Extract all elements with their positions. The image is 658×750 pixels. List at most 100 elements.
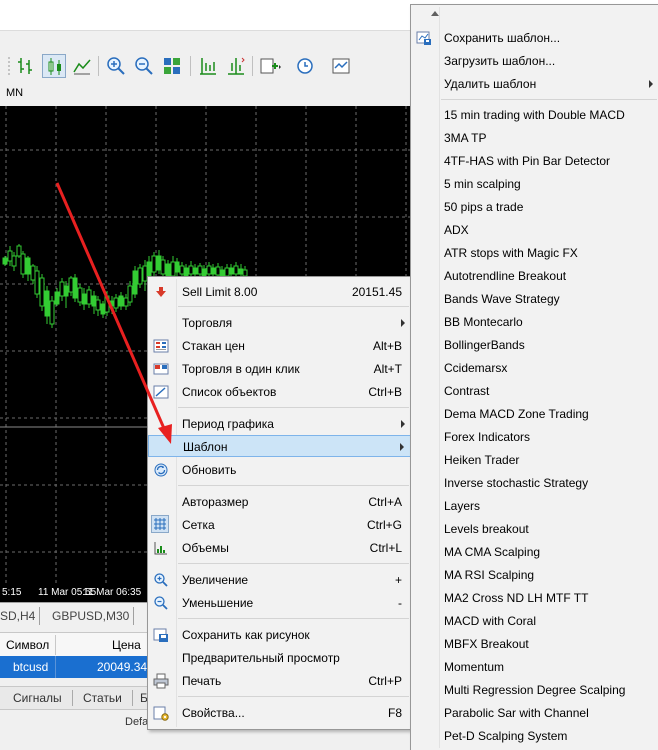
menu-item-volumes[interactable]: Объемы Ctrl+L: [148, 537, 411, 559]
menu-item-template-preset[interactable]: ADX: [411, 219, 658, 241]
menu-item-template-preset[interactable]: Autotrendline Breakout: [411, 265, 658, 287]
menu-item-template-preset[interactable]: Levels breakout: [411, 518, 658, 540]
chart-tab[interactable]: SD,H4: [0, 607, 41, 625]
menu-item-template-preset[interactable]: 15 min trading with Double MACD: [411, 104, 658, 126]
menu-item-load-template[interactable]: Загрузить шаблон...: [411, 50, 658, 72]
candles-icon[interactable]: [42, 54, 66, 78]
menu-item-template-preset[interactable]: Heiken Trader: [411, 449, 658, 471]
menu-item-properties[interactable]: Свойства... F8: [148, 702, 411, 724]
menu-item-template-preset[interactable]: BollingerBands: [411, 334, 658, 356]
candle-body: [151, 255, 157, 273]
menu-item-template-preset[interactable]: BB Montecarlo: [411, 311, 658, 333]
tab-articles[interactable]: Статьи: [83, 690, 122, 706]
menu-item-template-preset[interactable]: Inverse stochastic Strategy: [411, 472, 658, 494]
candle-body: [86, 289, 92, 305]
menu-item-template-preset[interactable]: MA2 Cross ND LH MTF TT: [411, 587, 658, 609]
menu-item-template-preset[interactable]: Pet-D Scalping System: [411, 725, 658, 747]
column-header-price[interactable]: Цена: [112, 638, 141, 652]
candle-body: [104, 295, 110, 313]
candle-body: [59, 281, 65, 297]
menu-item-grid[interactable]: Сетка Ctrl+G: [148, 514, 411, 536]
market-watch-header: Символ Цена: [0, 632, 150, 658]
menu-item-template-preset[interactable]: Contrast: [411, 380, 658, 402]
submenu-arrow-icon: [649, 80, 653, 88]
menu-item-template-preset[interactable]: Parabolic Sar with Channel: [411, 702, 658, 724]
indicators-icon[interactable]: [258, 54, 282, 78]
candle-body: [179, 265, 185, 275]
menu-item-print-preview[interactable]: Предварительный просмотр: [148, 647, 411, 669]
menu-item-object-list[interactable]: Список объектов Ctrl+B: [148, 381, 411, 403]
volumes-icon: [153, 540, 169, 556]
menu-item-zoom-out[interactable]: Уменьшение -: [148, 592, 411, 614]
one-click-trading-icon: [153, 361, 169, 377]
menu-item-save-picture[interactable]: Сохранить как рисунок: [148, 624, 411, 646]
candle-body: [188, 265, 194, 275]
candle-body: [118, 295, 124, 307]
candle-body: [100, 303, 106, 315]
candle-body: [20, 253, 26, 275]
menu-item-sell-limit[interactable]: Sell Limit 8.00 20151.45: [148, 281, 411, 303]
menu-item-template-preset[interactable]: Multi Regression Degree Scalping: [411, 679, 658, 701]
menu-item-template-preset[interactable]: Layers: [411, 495, 658, 517]
menu-item-template-preset[interactable]: 5 min scalping: [411, 173, 658, 195]
column-header-symbol[interactable]: Символ: [6, 638, 49, 652]
candle-body: [233, 265, 239, 275]
menu-item-template-preset[interactable]: 4TF-HAS with Pin Bar Detector: [411, 150, 658, 172]
zoom-out-icon[interactable]: [132, 54, 156, 78]
menu-item-template-preset[interactable]: Forex Indicators: [411, 426, 658, 448]
submenu-arrow-icon: [401, 319, 405, 327]
menu-item-template-preset[interactable]: MA RSI Scalping: [411, 564, 658, 586]
menu-item-template-preset[interactable]: Momentum: [411, 656, 658, 678]
tab-signals[interactable]: Сигналы: [13, 690, 62, 706]
menu-item-autosize[interactable]: Авторазмер Ctrl+A: [148, 491, 411, 513]
menu-item-template-preset[interactable]: Bands Wave Strategy: [411, 288, 658, 310]
scroll-chart-icon[interactable]: [196, 54, 220, 78]
candle-body: [109, 300, 115, 307]
tile-windows-icon[interactable]: [160, 54, 184, 78]
menu-separator: [178, 485, 409, 486]
periods-icon[interactable]: [294, 54, 318, 78]
properties-icon: [153, 705, 169, 721]
templates-icon[interactable]: [330, 54, 354, 78]
price-cell: 20049.34: [97, 660, 148, 674]
candle-body: [192, 267, 198, 275]
candle-body: [146, 261, 152, 277]
menu-item-template[interactable]: Шаблон: [148, 435, 411, 457]
toolbar-separator: [190, 56, 191, 76]
menu-item-zoom-in[interactable]: Увеличение +: [148, 569, 411, 591]
menu-item-template-preset[interactable]: ATR stops with Magic FX: [411, 242, 658, 264]
scroll-up-icon[interactable]: [431, 11, 439, 16]
menu-item-template-preset[interactable]: MACD with Coral: [411, 610, 658, 632]
menu-item-template-preset[interactable]: 3MA TP: [411, 127, 658, 149]
menu-item-template-preset[interactable]: MBFX Breakout: [411, 633, 658, 655]
menu-item-template-preset[interactable]: Dema MACD Zone Trading: [411, 403, 658, 425]
menu-item-save-template[interactable]: Сохранить шаблон...: [411, 27, 658, 49]
menu-item-depth-of-market[interactable]: Стакан цен Alt+B: [148, 335, 411, 357]
menu-item-trading[interactable]: Торговля: [148, 312, 411, 334]
menu-item-template-preset[interactable]: MA CMA Scalping: [411, 541, 658, 563]
submenu-arrow-icon: [401, 420, 405, 428]
bar-chart-icon[interactable]: [14, 54, 38, 78]
menu-item-template-preset[interactable]: Ccidemarsx: [411, 357, 658, 379]
menu-item-template-preset[interactable]: 50 pips a trade: [411, 196, 658, 218]
menu-item-refresh[interactable]: Обновить: [148, 459, 411, 481]
candle-body: [160, 259, 166, 275]
candle-body: [49, 300, 55, 325]
column-divider: [55, 635, 56, 655]
menu-item-chart-period[interactable]: Период графика: [148, 413, 411, 435]
market-watch-row[interactable]: btcusd 20049.34: [0, 656, 150, 678]
menu-item-one-click-trading[interactable]: Торговля в один клик Alt+T: [148, 358, 411, 380]
line-chart-icon[interactable]: [70, 54, 94, 78]
chart-shift-icon[interactable]: [224, 54, 248, 78]
period-mn-button[interactable]: MN: [6, 87, 23, 99]
menu-item-delete-template[interactable]: Удалить шаблон: [411, 73, 658, 95]
candle-body: [137, 267, 143, 285]
candle-body: [77, 287, 83, 303]
menu-item-print[interactable]: Печать Ctrl+P: [148, 670, 411, 692]
candle-body: [95, 299, 101, 311]
toolbar-separator: [252, 56, 253, 76]
candle-body: [16, 245, 22, 257]
chart-tab[interactable]: GBPUSD,M30: [48, 607, 135, 625]
zoom-in-icon[interactable]: [104, 54, 128, 78]
candle-body: [197, 265, 203, 275]
